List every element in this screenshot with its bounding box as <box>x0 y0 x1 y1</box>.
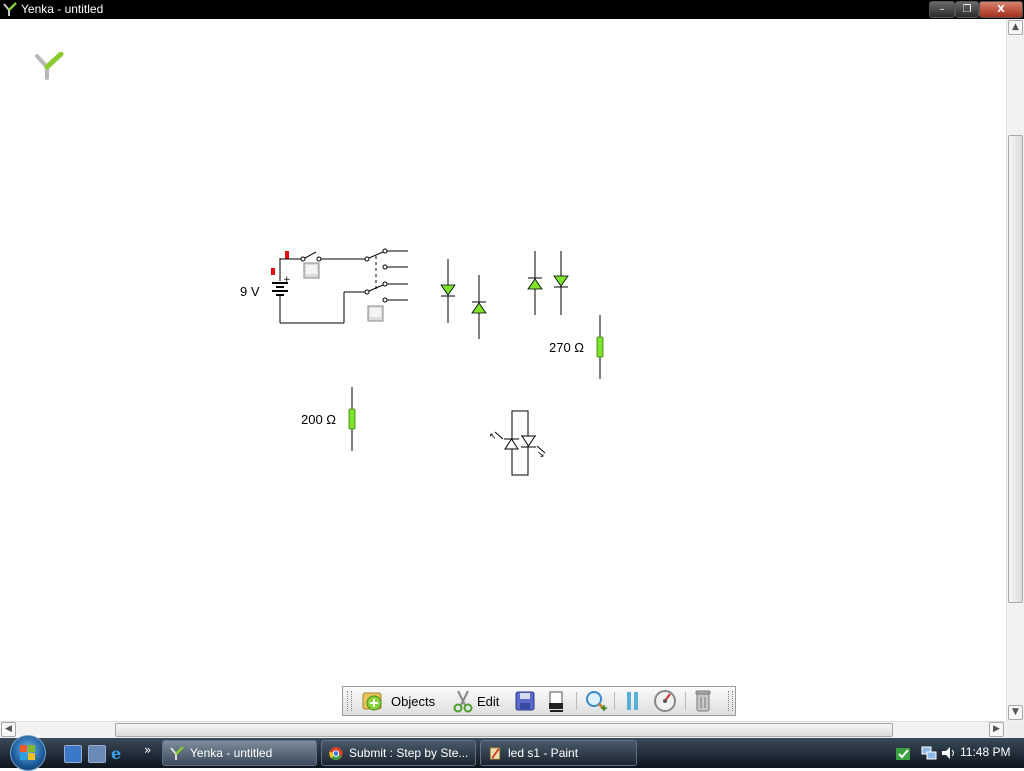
toolbar-grip[interactable] <box>728 691 733 711</box>
objects-button[interactable]: Objects <box>361 689 443 713</box>
led-diode[interactable] <box>471 275 487 339</box>
led-diode[interactable] <box>553 251 569 315</box>
volume-icon[interactable] <box>940 744 958 762</box>
windows-logo-icon <box>20 745 35 760</box>
task-label: Submit : Step by Ste... <box>349 746 469 760</box>
led-diode[interactable] <box>440 259 456 323</box>
scissors-icon <box>453 690 473 713</box>
save-icon[interactable] <box>514 689 536 713</box>
battery-voltage-label: 9 V <box>240 284 260 299</box>
led-diode[interactable] <box>527 251 543 315</box>
circuit-diagram: + ↖ ↘ <box>271 248 604 476</box>
resistor-270-label: 270 Ω <box>549 340 585 355</box>
push-switch[interactable] <box>300 251 322 262</box>
windows-taskbar: e » Yenka - untitled Submit : Step by St… <box>0 735 1024 771</box>
vertical-scroll-thumb[interactable] <box>1008 135 1023 603</box>
minimize-button[interactable]: – <box>929 1 955 18</box>
task-yenka[interactable]: Yenka - untitled <box>162 740 317 766</box>
red-marker[interactable] <box>271 268 275 275</box>
scroll-right-arrow[interactable]: ▶ <box>989 722 1004 737</box>
internet-explorer-icon[interactable]: e <box>110 745 126 761</box>
scroll-down-arrow[interactable]: ▼ <box>1008 705 1023 720</box>
scroll-up-arrow[interactable]: ▲ <box>1008 20 1023 35</box>
switch-windows-icon[interactable] <box>88 745 106 763</box>
circuit-canvas[interactable]: + ↖ ↘ 9 V 270 Ω 200 Ω <box>0 19 1006 721</box>
edit-button[interactable]: Edit <box>452 689 504 713</box>
more-quicklaunch-button[interactable]: » <box>144 743 151 757</box>
close-button[interactable]: X <box>979 1 1023 18</box>
resistor-200-label: 200 Ω <box>301 412 337 427</box>
yenka-task-icon <box>170 746 184 760</box>
svg-text:e: e <box>111 745 121 761</box>
svg-text:+: + <box>283 275 291 285</box>
speed-gauge-icon[interactable] <box>652 689 678 713</box>
task-chrome[interactable]: Submit : Step by Ste... <box>321 740 476 766</box>
toolbar-separator <box>576 692 577 710</box>
vertical-scrollbar[interactable]: ▲ ▼ <box>1006 19 1024 721</box>
yenka-toolbar: Objects Edit <box>342 686 736 716</box>
yenka-app-icon <box>3 2 17 16</box>
red-marker[interactable] <box>285 251 289 259</box>
trash-icon[interactable] <box>693 689 713 713</box>
zoom-icon[interactable] <box>584 689 608 713</box>
toolbar-grip[interactable] <box>347 691 352 711</box>
network-icon[interactable] <box>920 744 938 762</box>
horizontal-scrollbar[interactable]: ◀ ▶ <box>0 721 1006 738</box>
battery[interactable]: + <box>272 258 291 323</box>
svg-text:↘: ↘ <box>537 450 545 460</box>
scroll-corner <box>1006 721 1024 738</box>
restore-button[interactable]: ❐ <box>955 1 979 18</box>
show-desktop-icon[interactable] <box>64 745 82 763</box>
svg-text:↖: ↖ <box>489 432 497 442</box>
print-icon[interactable] <box>546 689 568 713</box>
task-label: Yenka - untitled <box>190 746 273 760</box>
double-pole-switch[interactable] <box>364 248 408 303</box>
task-paint[interactable]: led s1 - Paint <box>480 740 637 766</box>
objects-label: Objects <box>391 694 436 709</box>
window-title: Yenka - untitled <box>21 2 104 16</box>
resistor-200[interactable] <box>348 387 356 451</box>
task-label: led s1 - Paint <box>508 746 579 760</box>
toolbar-separator <box>614 692 615 710</box>
scroll-left-arrow[interactable]: ◀ <box>1 722 16 737</box>
objects-icon <box>362 692 382 711</box>
chrome-icon <box>329 746 343 761</box>
start-button[interactable] <box>10 735 46 771</box>
edit-label: Edit <box>477 694 500 709</box>
paint-icon <box>489 747 501 760</box>
resistor-270[interactable] <box>596 315 604 379</box>
horizontal-scroll-thumb[interactable] <box>115 723 893 737</box>
window-titlebar: Yenka - untitled – ❐ X <box>0 0 1024 19</box>
circuit-wires <box>280 258 366 324</box>
pause-icon[interactable] <box>623 689 643 713</box>
bicolor-led[interactable]: ↖ ↘ <box>489 410 546 476</box>
security-center-icon[interactable] <box>894 744 912 762</box>
taskbar-clock[interactable]: 11:48 PM <box>960 745 1010 759</box>
toolbar-separator <box>685 692 686 710</box>
